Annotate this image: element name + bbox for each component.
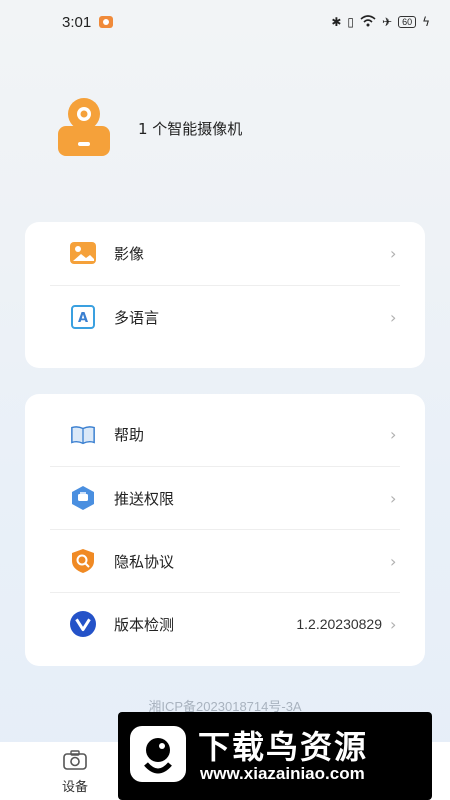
chevron-right-icon: › [390, 551, 397, 571]
menu-card-media: 影像 › A 多语言 › [25, 222, 425, 368]
push-permission-icon [70, 485, 96, 511]
device-summary[interactable]: 1 个智能摄像机 [56, 98, 242, 158]
menu-item-version-check[interactable]: 版本检测 1.2.20230829 › [50, 592, 400, 655]
help-book-icon [70, 422, 96, 448]
tab-device[interactable]: 设备 [52, 750, 98, 795]
menu-label: 多语言 [114, 308, 160, 327]
status-bar: 3:01 ✱ ▯ ✈ 60 ϟ [0, 0, 450, 44]
menu-item-privacy[interactable]: 隐私协议 › [50, 529, 400, 592]
menu-item-language[interactable]: A 多语言 › [50, 285, 400, 348]
version-number: 1.2.20230829 [296, 616, 382, 632]
language-icon: A [70, 304, 96, 330]
menu-label: 版本检测 [114, 615, 175, 634]
bluetooth-icon: ✱ [331, 15, 342, 29]
battery-icon: 60 [398, 16, 417, 28]
svg-text:A: A [78, 311, 88, 326]
chevron-right-icon: › [390, 488, 397, 508]
watermark-title: 下载鸟资源 [198, 728, 369, 766]
tab-label: 设备 [61, 780, 88, 795]
bird-logo-icon [128, 724, 188, 784]
vibrate-icon: ▯ [347, 15, 354, 29]
menu-label: 影像 [114, 245, 145, 263]
camera-tab-icon [63, 750, 87, 774]
camera-icon [56, 98, 112, 158]
chevron-right-icon: › [390, 614, 397, 634]
menu-label: 隐私协议 [114, 552, 175, 571]
watermark-banner: 下载鸟资源 www.xiazainiao.com [118, 712, 432, 800]
charging-icon: ϟ [422, 15, 430, 29]
wifi-icon [360, 14, 376, 30]
camera-count: 1 个智能摄像机 [138, 119, 243, 138]
menu-item-help[interactable]: 帮助 › [50, 403, 400, 466]
version-icon [70, 611, 96, 637]
image-icon [70, 241, 96, 267]
menu-label: 帮助 [114, 426, 145, 444]
chevron-right-icon: › [390, 425, 397, 444]
menu-card-settings: 帮助 › 推送权限 › 隐私协议 › 版本检测 1.2.20230829 › [25, 394, 425, 666]
privacy-icon [70, 548, 96, 574]
menu-item-images[interactable]: 影像 › [50, 222, 400, 285]
airplane-icon: ✈ [382, 15, 393, 29]
notification-icon [99, 16, 114, 28]
chevron-right-icon: › [390, 307, 397, 327]
chevron-right-icon: › [390, 244, 397, 263]
status-time: 3:01 [62, 13, 92, 31]
watermark-url: www.xiazainiao.com [200, 764, 365, 783]
menu-label: 推送权限 [114, 489, 175, 508]
menu-item-push-permission[interactable]: 推送权限 › [50, 466, 400, 529]
